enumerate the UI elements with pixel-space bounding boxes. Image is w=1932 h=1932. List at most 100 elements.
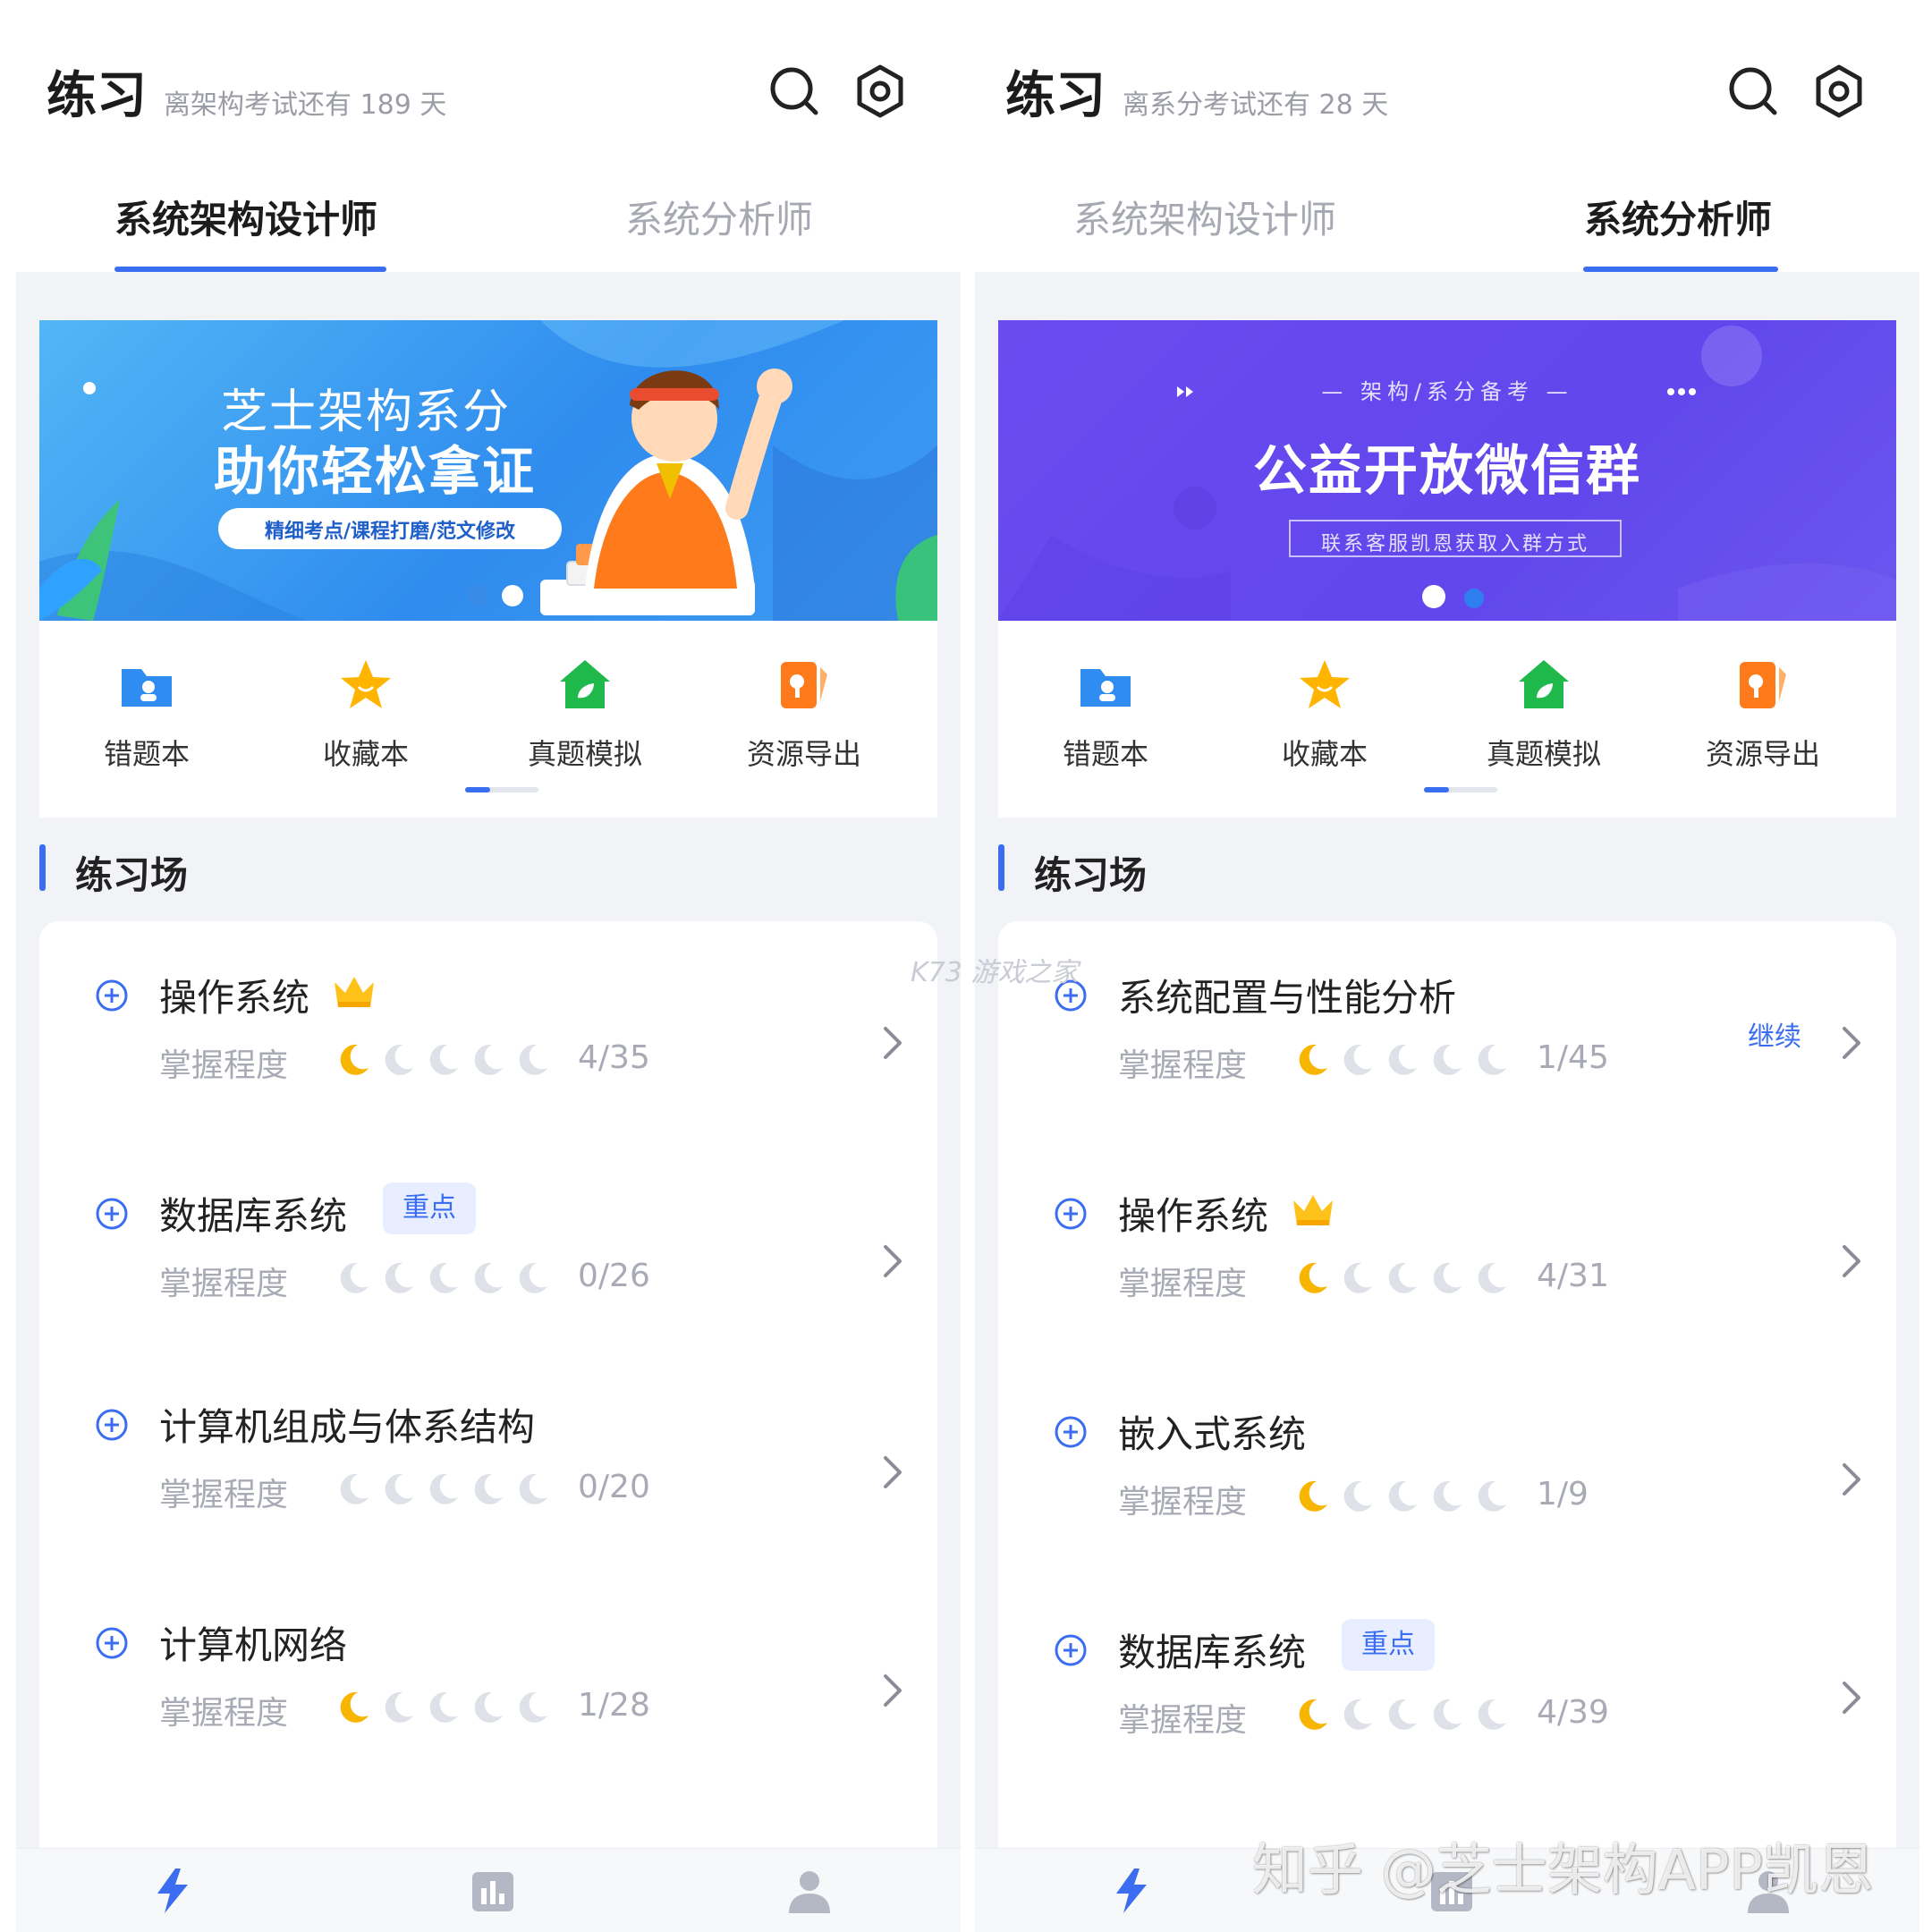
carousel-dot[interactable]	[1464, 589, 1485, 608]
moon-empty-icon	[469, 1259, 506, 1297]
moon-empty-icon	[379, 1041, 417, 1079]
list-item[interactable]: 系统配置与性能分析 掌握程度 1/45 继续	[998, 921, 1896, 1138]
chevron-right-icon[interactable]	[1839, 1241, 1864, 1281]
moon-empty-icon	[1338, 1041, 1376, 1079]
profile-icon[interactable]	[785, 1867, 834, 1915]
practice-list: 操作系统 掌握程度 4/35 数据库系统 重点 掌握程度 0/26 计算机组成与体系结构掌…	[39, 921, 937, 1932]
list-item[interactable]: 数据库系统 重点 掌握程度 4/39	[998, 1576, 1896, 1792]
expand-icon[interactable]	[95, 1197, 129, 1231]
shortcut-exam-sim[interactable]: 真题模拟	[1454, 657, 1633, 773]
search-icon[interactable]	[1724, 63, 1782, 120]
promo-banner[interactable]: — 架构/系分备考 — 公益开放微信群 联系客服凯恩获取入群方式	[998, 320, 1896, 621]
expand-icon[interactable]	[95, 979, 129, 1013]
moon-empty-icon	[1338, 1478, 1376, 1515]
chevron-right-icon[interactable]	[880, 1671, 905, 1710]
promo-banner[interactable]: 芝士架构系分 助你轻松拿证 精细考点/课程打磨/范文修改	[39, 320, 937, 621]
carousel-dot-active[interactable]	[502, 585, 524, 606]
expand-icon[interactable]	[1054, 1197, 1088, 1231]
star-icon	[337, 657, 394, 714]
header: 练习 离系分考试还有 28 天	[975, 0, 1919, 154]
list-item[interactable]: 计算机网络 掌握程度 1/28	[39, 1569, 937, 1785]
moon-filled-icon	[1293, 1478, 1331, 1515]
export-card-icon	[1734, 657, 1792, 714]
crown-icon	[1290, 1191, 1336, 1229]
exam-tabs: 系统架构设计师 系统分析师	[975, 154, 1919, 272]
mastery-label: 掌握程度	[1118, 1266, 1248, 1302]
shortcut-label: 收藏本	[1281, 737, 1368, 771]
key-point-badge: 重点	[1342, 1619, 1435, 1671]
list-item[interactable]: 操作系统 掌握程度 4/31	[998, 1140, 1896, 1356]
shortcut-mistakes[interactable]: 错题本	[1016, 657, 1195, 773]
list-item[interactable]: 数据库系统 重点 掌握程度 0/26	[39, 1140, 937, 1356]
exam-countdown: 离架构考试还有 189 天	[164, 89, 447, 121]
house-leaf-icon	[556, 657, 614, 714]
list-item[interactable]: 嵌入式系统 掌握程度 1/9	[998, 1358, 1896, 1574]
moon-empty-icon	[513, 1041, 551, 1079]
exam-tabs: 系统架构设计师 系统分析师	[16, 154, 961, 272]
tab-analyst[interactable]: 系统分析师	[1580, 190, 1776, 244]
tab-architect[interactable]: 系统架构设计师	[109, 190, 383, 244]
banner-tagline: 联系客服凯恩获取入群方式	[1320, 533, 1589, 555]
chevron-right-icon[interactable]	[880, 1241, 905, 1281]
crown-icon	[331, 973, 377, 1011]
shortcut-export[interactable]: 资源导出	[1674, 657, 1852, 773]
moon-empty-icon	[379, 1259, 417, 1297]
lightning-icon[interactable]	[1107, 1867, 1156, 1915]
expand-icon[interactable]	[1054, 1415, 1088, 1449]
chevron-right-icon[interactable]	[1839, 1023, 1864, 1063]
moon-empty-icon	[379, 1470, 417, 1508]
moon-empty-icon	[1338, 1696, 1376, 1733]
shortcut-label: 收藏本	[322, 737, 409, 771]
lightning-icon[interactable]	[148, 1867, 197, 1915]
mastery-label: 掌握程度	[159, 1477, 289, 1513]
search-icon[interactable]	[766, 63, 823, 120]
shortcut-favorites[interactable]: 收藏本	[276, 657, 455, 773]
moon-filled-icon	[1293, 1259, 1331, 1297]
section-accent-bar	[39, 844, 46, 891]
item-name: 数据库系统	[1118, 1631, 1307, 1674]
progress-count: 4/39	[1537, 1694, 1609, 1731]
shortcut-mistakes[interactable]: 错题本	[57, 657, 236, 773]
tab-analyst[interactable]: 系统分析师	[621, 190, 818, 244]
shortcut-export[interactable]: 资源导出	[715, 657, 894, 773]
shortcut-exam-sim[interactable]: 真题模拟	[496, 657, 674, 773]
mastery-label: 掌握程度	[159, 1695, 289, 1732]
mastery-rating	[1293, 1259, 1517, 1297]
shortcut-page-indicator	[465, 787, 538, 792]
moon-empty-icon	[1383, 1259, 1420, 1297]
chart-icon[interactable]	[469, 1867, 517, 1915]
progress-count: 4/31	[1537, 1258, 1609, 1294]
list-item[interactable]: 操作系统 掌握程度 4/35	[39, 921, 937, 1138]
key-point-badge: 重点	[383, 1182, 476, 1234]
list-item[interactable]: 计算机组成与体系结构 掌握程度 0/20	[39, 1351, 937, 1567]
banner-dots	[1422, 585, 1485, 612]
moon-empty-icon	[1338, 1259, 1376, 1297]
banner-line1: 公益开放微信群	[1253, 440, 1641, 503]
bottom-nav	[16, 1848, 961, 1932]
expand-icon[interactable]	[95, 1626, 129, 1660]
star-icon	[1296, 657, 1353, 714]
expand-icon[interactable]	[1054, 1633, 1088, 1667]
settings-icon[interactable]	[1810, 63, 1868, 120]
tab-architect[interactable]: 系统架构设计师	[1068, 190, 1342, 244]
carousel-dot[interactable]	[467, 585, 488, 606]
chevron-right-icon[interactable]	[880, 1023, 905, 1063]
moon-empty-icon	[469, 1470, 506, 1508]
chevron-right-icon[interactable]	[1839, 1460, 1864, 1499]
moon-empty-icon	[1428, 1259, 1465, 1297]
mastery-rating	[1293, 1478, 1517, 1515]
banner-line2: 助你轻松拿证	[213, 441, 536, 502]
settings-icon[interactable]	[852, 63, 909, 120]
moon-empty-icon	[513, 1470, 551, 1508]
moon-empty-icon	[424, 1041, 462, 1079]
moon-empty-icon	[469, 1041, 506, 1079]
chevron-right-icon[interactable]	[880, 1453, 905, 1492]
moon-empty-icon	[469, 1689, 506, 1726]
expand-icon[interactable]	[95, 1408, 129, 1442]
continue-link[interactable]: 继续	[1748, 1014, 1801, 1054]
folder-user-icon	[118, 657, 175, 714]
chevron-right-icon[interactable]	[1839, 1678, 1864, 1717]
carousel-dot-active[interactable]	[1422, 585, 1445, 608]
mastery-rating	[335, 1041, 558, 1079]
shortcut-favorites[interactable]: 收藏本	[1235, 657, 1414, 773]
